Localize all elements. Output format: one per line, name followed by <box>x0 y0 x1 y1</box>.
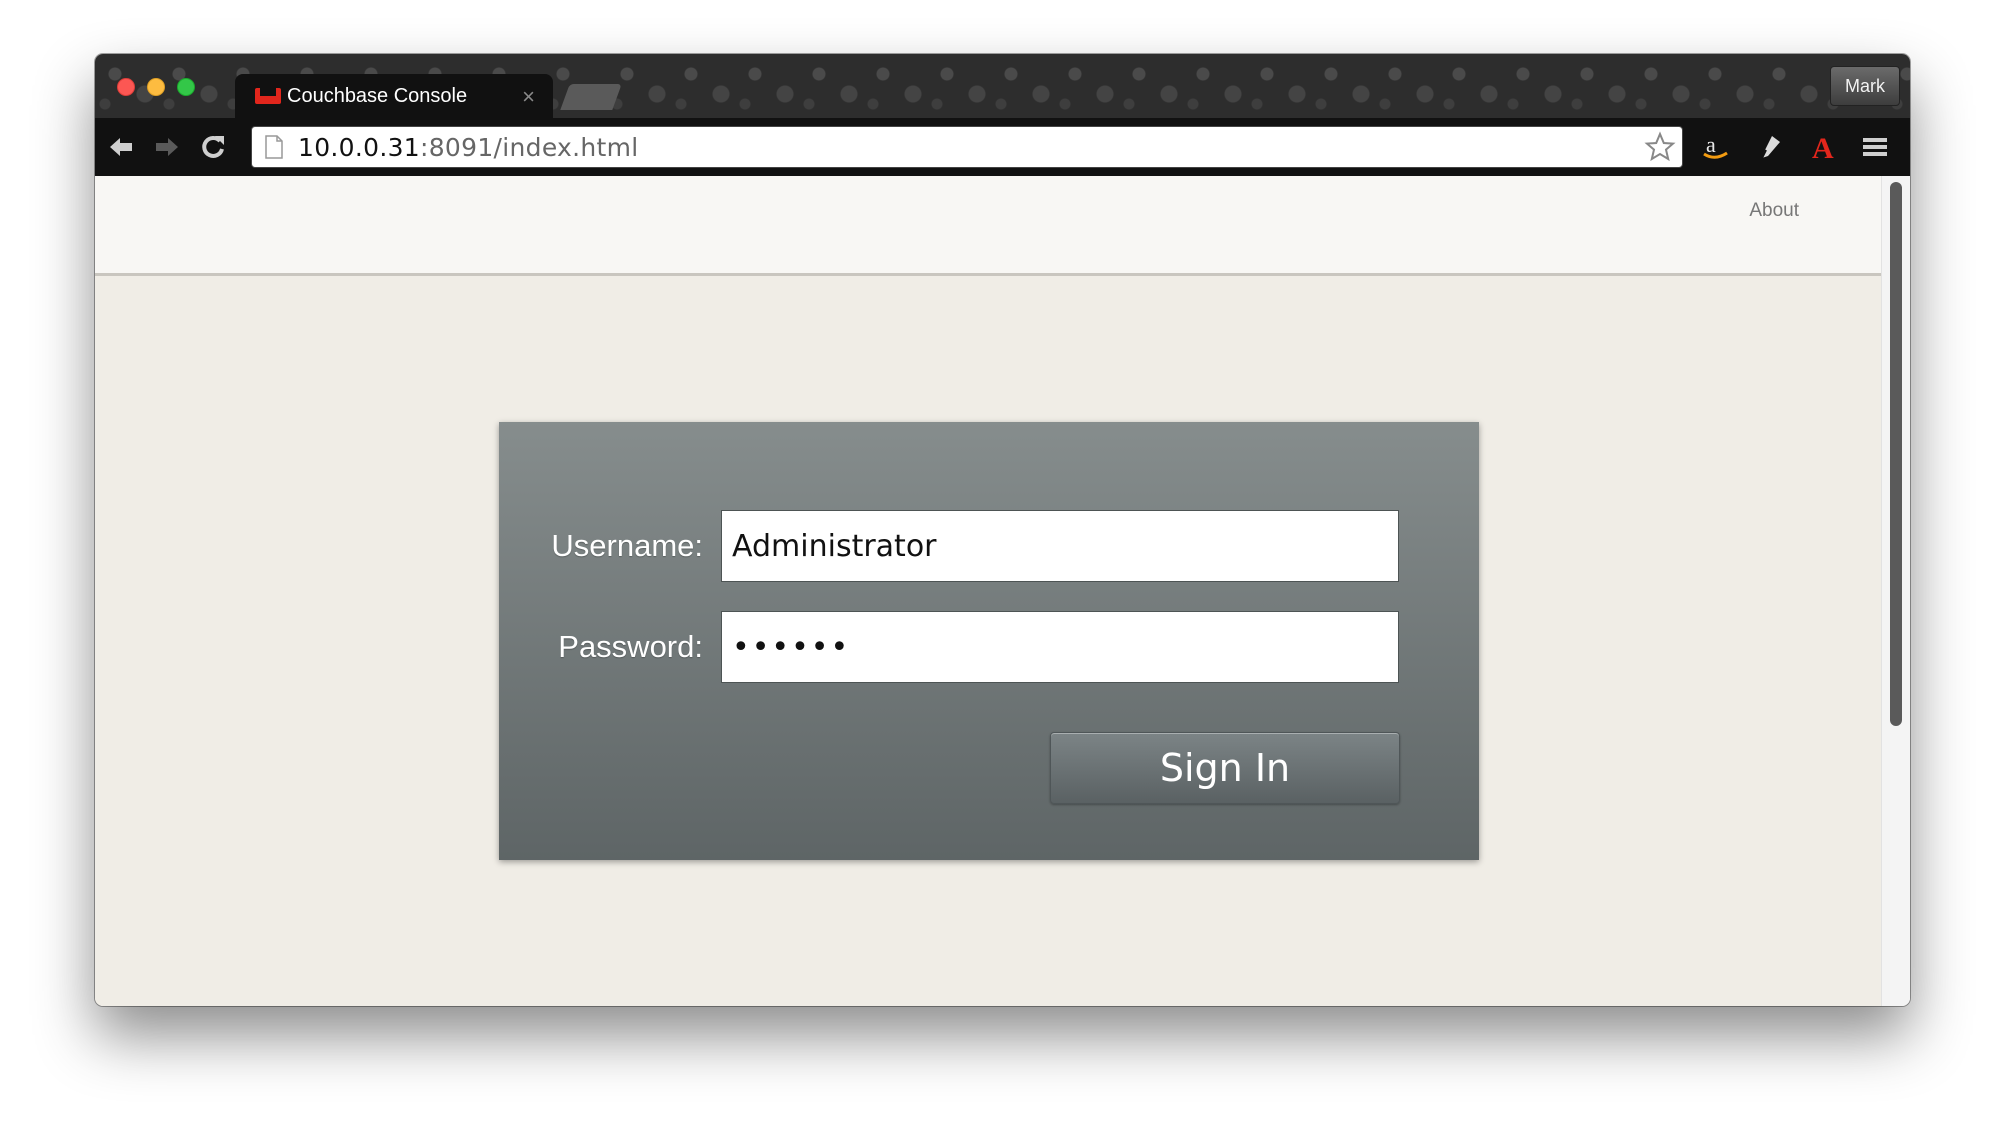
tab-strip: Couchbase Console × Mark <box>95 54 1910 118</box>
tab-close-icon[interactable]: × <box>522 84 535 110</box>
amazon-extension-icon[interactable]: a <box>1697 130 1733 164</box>
about-link[interactable]: About <box>1749 200 1799 222</box>
close-window-button[interactable] <box>117 78 135 96</box>
forward-button[interactable] <box>149 130 185 164</box>
url-path: :8091/index.html <box>419 132 639 162</box>
scrollbar-thumb[interactable] <box>1890 182 1902 726</box>
forward-arrow-icon <box>156 138 178 156</box>
profile-button[interactable]: Mark <box>1830 66 1900 106</box>
svg-text:a: a <box>1706 132 1716 157</box>
sign-in-button[interactable]: Sign In <box>1050 732 1400 804</box>
username-input[interactable] <box>721 510 1399 582</box>
page-icon <box>265 135 283 159</box>
browser-window: Couchbase Console × Mark 10.0.0.31:8091/… <box>95 54 1910 1006</box>
tab-title: Couchbase Console <box>287 84 468 107</box>
svg-text:A: A <box>1812 132 1834 162</box>
page-viewport: About Username: Password: Sign In <box>95 176 1910 1006</box>
password-input[interactable] <box>721 611 1399 683</box>
page-header: About <box>95 176 1881 276</box>
username-label: Username: <box>551 528 703 563</box>
url-host: 10.0.0.31 <box>298 132 420 162</box>
new-tab-button[interactable] <box>560 84 622 110</box>
reload-button[interactable] <box>195 130 231 164</box>
minimize-window-button[interactable] <box>147 78 165 96</box>
password-label: Password: <box>558 629 703 664</box>
browser-toolbar: 10.0.0.31:8091/index.html a A <box>95 118 1910 176</box>
pen-extension-icon[interactable] <box>1751 130 1787 164</box>
address-bar[interactable]: 10.0.0.31:8091/index.html <box>251 126 1683 168</box>
scrollbar[interactable] <box>1881 176 1910 1006</box>
login-panel: Username: Password: Sign In <box>499 422 1479 860</box>
tab-couchbase-console[interactable]: Couchbase Console × <box>235 74 553 118</box>
menu-icon[interactable] <box>1857 130 1893 164</box>
back-arrow-icon <box>110 138 132 156</box>
zoom-window-button[interactable] <box>177 78 195 96</box>
acrobat-extension-icon[interactable]: A <box>1805 130 1841 164</box>
bookmark-star-icon[interactable] <box>1644 131 1676 163</box>
url-text: 10.0.0.31:8091/index.html <box>298 133 639 162</box>
back-button[interactable] <box>103 130 139 164</box>
couchbase-favicon-icon <box>255 88 281 104</box>
reload-icon <box>202 135 224 158</box>
